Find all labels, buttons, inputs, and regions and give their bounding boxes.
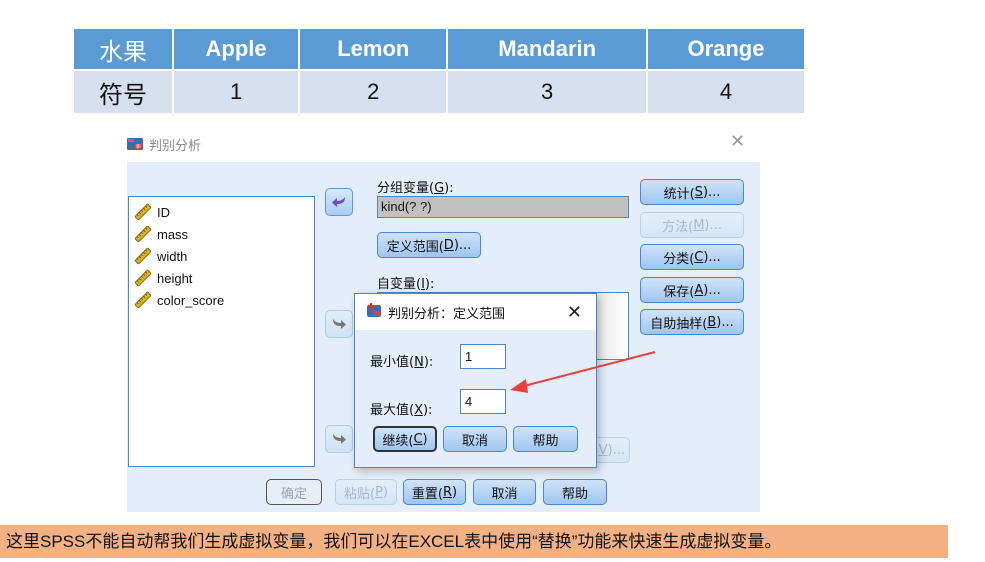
spss-dialog-icon <box>366 302 382 322</box>
scale-ruler-icon <box>134 225 152 243</box>
main-dialog-close-icon[interactable]: ✕ <box>730 133 745 151</box>
fruit-code-table: 水果 Apple Lemon Mandarin Orange 符号 1 2 3 … <box>72 27 807 115</box>
grouping-variable-field[interactable]: kind(? ?) <box>377 196 629 218</box>
cancel-button[interactable]: 取消 <box>473 479 536 505</box>
max-value-input[interactable]: 4 <box>460 389 506 414</box>
move-independent-button[interactable] <box>325 310 353 338</box>
min-value-input[interactable]: 1 <box>460 344 506 369</box>
define-range-close-icon[interactable]: ✕ <box>567 302 582 323</box>
max-value-label: 最大值(X): <box>370 403 433 418</box>
independent-list-scrollbar[interactable] <box>592 293 628 359</box>
variable-item[interactable]: height <box>134 267 314 289</box>
code-cell: 1 <box>171 69 301 115</box>
method-button[interactable]: 方法(M)... <box>640 212 744 238</box>
variable-item[interactable]: color_score <box>134 289 314 311</box>
fruit-cell: Orange <box>645 27 807 71</box>
code-label: 符号 <box>72 69 174 115</box>
range-help-button[interactable]: 帮助 <box>513 426 578 452</box>
ok-button[interactable]: 确定 <box>266 479 322 505</box>
scale-ruler-icon <box>134 203 152 221</box>
range-cancel-button[interactable]: 取消 <box>443 426 507 452</box>
save-button[interactable]: 保存(A)... <box>640 277 744 303</box>
fruit-cell: Lemon <box>298 27 449 71</box>
main-dialog-titlebar: 判别分析 <box>127 134 201 154</box>
variable-name: color_score <box>157 292 225 308</box>
variable-list[interactable]: ID mass width height color_score <box>128 196 315 467</box>
move-selection-button[interactable] <box>325 425 353 453</box>
spss-dialog-icon <box>127 137 143 151</box>
scale-ruler-icon <box>134 291 152 309</box>
variable-name: height <box>157 270 193 286</box>
define-range-dialog: 判别分析：定义范围 ✕ 最小值(N): 1 最大值(X): 4 继续(C) 取消… <box>354 293 597 468</box>
explanation-note: 这里SPSS不能自动帮我们生成虚拟变量，我们可以在EXCEL表中使用“替换”功能… <box>0 525 948 558</box>
scale-ruler-icon <box>134 269 152 287</box>
code-cell: 4 <box>645 69 807 115</box>
code-cell: 3 <box>446 69 648 115</box>
variable-name: width <box>157 248 188 264</box>
min-value-label: 最小值(N): <box>370 355 434 370</box>
define-range-title: 判别分析：定义范围 <box>388 306 506 322</box>
scale-ruler-icon <box>134 247 152 265</box>
statistics-button[interactable]: 统计(S)... <box>640 179 744 205</box>
code-row: 符号 1 2 3 4 <box>72 69 807 115</box>
continue-button[interactable]: 继续(C) <box>373 426 437 452</box>
move-grouping-button[interactable] <box>325 188 353 216</box>
variable-name: ID <box>157 204 170 220</box>
define-range-button[interactable]: 定义范围(D)... <box>377 232 481 258</box>
arrow-right-icon <box>333 319 346 329</box>
independent-variables-label: 自变量(I): <box>377 277 435 292</box>
variable-item[interactable]: width <box>134 245 314 267</box>
grouping-variable-label: 分组变量(G): <box>377 181 454 196</box>
arrow-right-icon <box>333 434 346 444</box>
fruit-header-row: 水果 Apple Lemon Mandarin Orange <box>72 27 807 71</box>
code-cell: 2 <box>298 69 449 115</box>
header-label: 水果 <box>72 27 174 71</box>
bootstrap-button[interactable]: 自助抽样(B)... <box>640 309 744 335</box>
arrow-left-icon <box>332 197 345 207</box>
help-button[interactable]: 帮助 <box>543 479 607 505</box>
variable-name: mass <box>157 226 189 242</box>
main-dialog-title: 判别分析 <box>149 138 202 154</box>
define-range-titlebar: 判别分析：定义范围 ✕ <box>355 294 596 330</box>
fruit-cell: Apple <box>171 27 301 71</box>
fruit-cell: Mandarin <box>446 27 648 71</box>
classify-button[interactable]: 分类(C)... <box>640 244 744 270</box>
variable-item[interactable]: ID <box>134 201 314 223</box>
variable-item[interactable]: mass <box>134 223 314 245</box>
reset-button[interactable]: 重置(R) <box>403 479 466 505</box>
paste-button[interactable]: 粘贴(P) <box>335 479 397 505</box>
